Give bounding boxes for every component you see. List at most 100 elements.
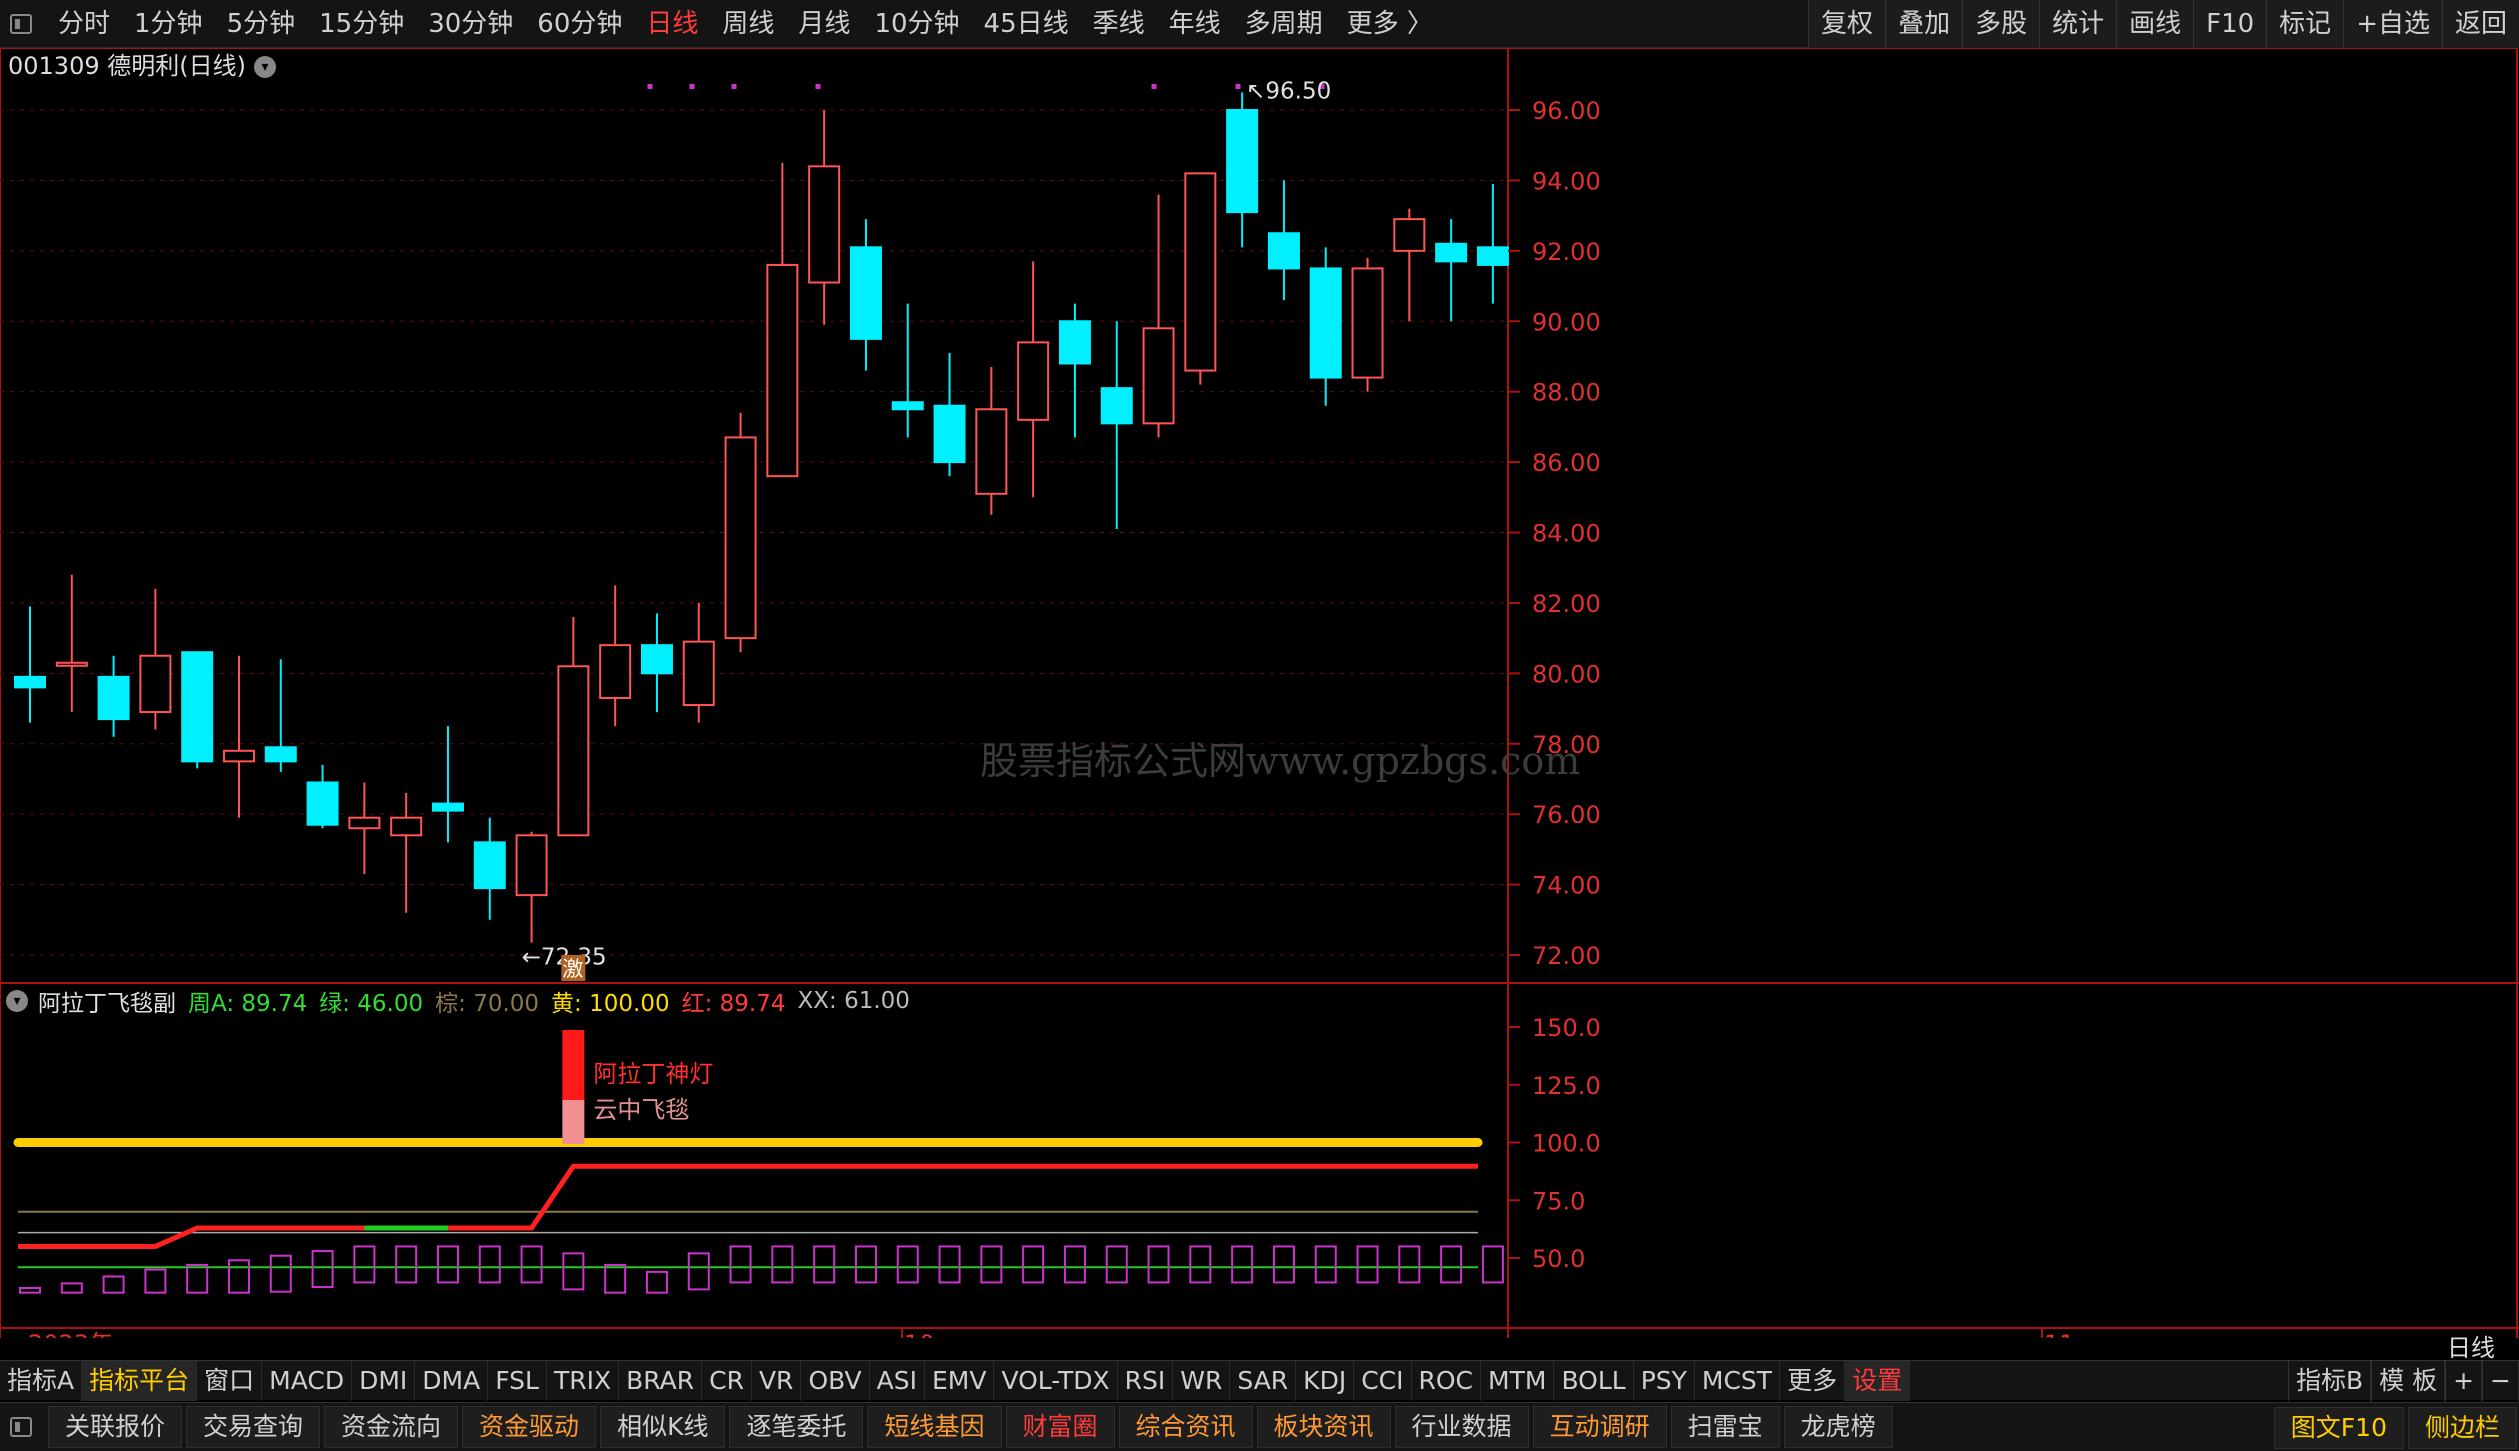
indicator-tab[interactable]: BRAR [619, 1360, 703, 1401]
bottom-tab[interactable]: 交易查询 [186, 1406, 321, 1448]
price-label: 96.00 [1532, 97, 1601, 125]
tool-button[interactable]: 标记 [2266, 0, 2344, 48]
indicator-name[interactable]: 阿拉丁飞毯副 [38, 984, 176, 1018]
chevron-down-icon[interactable]: ▾ [253, 56, 276, 78]
indicator-tab[interactable]: SAR [1230, 1360, 1297, 1401]
bottom-tab[interactable]: 龙虎榜 [1783, 1406, 1893, 1448]
indicator-tab[interactable]: MTM [1481, 1360, 1555, 1401]
timeframe-tab[interactable]: 10分钟 [862, 0, 971, 48]
indicator-tool[interactable]: 模 板 [2371, 1361, 2446, 1401]
tool-button[interactable]: 多股 [1962, 0, 2040, 48]
indicator-tab[interactable]: BOLL [1554, 1360, 1634, 1401]
high-price-label: ↖96.50 [1246, 78, 1331, 104]
timeframe-tab[interactable]: 更多 〉 [1335, 0, 1445, 48]
magenta-box [1481, 1245, 1504, 1284]
signal-column-top [562, 1030, 585, 1102]
tool-button[interactable]: 叠加 [1885, 0, 1963, 48]
timeframe-tab[interactable]: 5分钟 [215, 0, 308, 48]
candle-down [1435, 242, 1468, 263]
bottom-tab[interactable]: 资金驱动 [462, 1406, 597, 1448]
indicator-tab[interactable]: ROC [1412, 1360, 1482, 1401]
magenta-box [1147, 1245, 1170, 1284]
indicator-tab[interactable]: VOL-TDX [994, 1360, 1118, 1401]
magenta-box [938, 1245, 961, 1284]
chevron-down-icon[interactable]: ▾ [6, 990, 28, 1012]
tool-button[interactable]: 统计 [2039, 0, 2117, 48]
indicator-tab[interactable]: OBV [801, 1360, 870, 1401]
indicator-tab[interactable]: MACD [262, 1360, 353, 1401]
indicator-tab[interactable]: PSY [1634, 1360, 1695, 1401]
indicator-tab[interactable]: RSI [1118, 1360, 1174, 1401]
magenta-box [813, 1245, 836, 1284]
magenta-box [144, 1268, 167, 1294]
tool-button[interactable]: 画线 [2116, 0, 2194, 48]
indicator-tab[interactable]: EMV [925, 1360, 995, 1401]
timeframe-tab[interactable]: 周线 [710, 0, 786, 48]
candle-up [975, 408, 1008, 495]
indicator-tool[interactable]: 指标B [2287, 1361, 2372, 1401]
tool-button[interactable]: +自选 [2343, 0, 2442, 48]
indicator-tool[interactable]: − [2482, 1361, 2519, 1401]
timeframe-tab[interactable]: 多周期 [1233, 0, 1335, 48]
bottom-tab[interactable]: 相似K线 [600, 1406, 726, 1448]
magenta-box [896, 1245, 919, 1284]
tool-button[interactable]: F10 [2193, 0, 2267, 48]
timeframe-tab[interactable]: 45日线 [972, 0, 1081, 48]
timeframe-tab[interactable]: 15分钟 [307, 0, 416, 48]
price-label: 84.00 [1532, 520, 1601, 548]
timeframe-tab[interactable]: 1分钟 [122, 0, 215, 48]
bottom-tab[interactable]: 逐笔委托 [729, 1406, 864, 1448]
indicator-tab[interactable]: 更多 [1780, 1360, 1846, 1401]
candle-up [1017, 341, 1050, 421]
indicator-tab[interactable]: 指标平台 [82, 1360, 198, 1401]
indicator-tool[interactable]: + [2445, 1361, 2483, 1401]
indicator-tab[interactable]: 窗口 [197, 1360, 263, 1401]
indicator-tab[interactable]: ASI [870, 1360, 925, 1401]
indicator-tab[interactable]: VR [752, 1360, 802, 1401]
indicator-tab[interactable]: 设置 [1845, 1360, 1911, 1401]
timeframe-tab[interactable]: 月线 [786, 0, 862, 48]
bottom-tab[interactable]: 财富圈 [1005, 1406, 1115, 1448]
indicator-tab[interactable]: FSL [488, 1360, 547, 1401]
indicator-tab[interactable]: CCI [1354, 1360, 1412, 1401]
candle-up [808, 165, 841, 284]
indicator-tab[interactable]: CR [702, 1360, 752, 1401]
bottom-tab[interactable]: 资金流向 [324, 1406, 459, 1448]
indicator-tab[interactable]: KDJ [1296, 1360, 1355, 1401]
indicator-tab[interactable]: WR [1173, 1360, 1231, 1401]
magenta-box [478, 1245, 501, 1284]
bottom-tab[interactable]: 板块资讯 [1256, 1406, 1391, 1448]
bottom-tab[interactable]: 扫雷宝 [1670, 1406, 1780, 1448]
indicator-tab[interactable]: DMA [415, 1360, 489, 1401]
timeframe-tab[interactable]: 30分钟 [416, 0, 525, 48]
magenta-box [1272, 1245, 1295, 1284]
indicator-tab[interactable]: 指标A [0, 1360, 83, 1401]
indicator-tab[interactable]: DMI [352, 1360, 416, 1401]
bottom-tool[interactable]: 图文F10 [2273, 1407, 2404, 1449]
candle-up [599, 644, 632, 699]
timeframe-tab[interactable]: 日线 [634, 0, 710, 48]
bottom-tab[interactable]: 行业数据 [1394, 1406, 1529, 1448]
tool-button[interactable]: 返回 [2441, 0, 2519, 48]
timeframe-tab[interactable]: 季线 [1081, 0, 1157, 48]
indicator-tab[interactable]: MCST [1695, 1360, 1781, 1401]
bottom-tab[interactable]: 互动调研 [1532, 1406, 1667, 1448]
bottom-tool[interactable]: 侧边栏 [2407, 1407, 2517, 1449]
indicator-tab[interactable]: TRIX [547, 1360, 620, 1401]
timeframe-tab[interactable]: 分时 [46, 0, 122, 48]
bottom-tab[interactable]: 短线基因 [867, 1406, 1002, 1448]
legend-value: 黄: 100.00 [551, 991, 670, 1017]
timeframe-tab[interactable]: 60分钟 [525, 0, 634, 48]
window-toggle-icon[interactable] [10, 13, 32, 34]
candle-down [891, 401, 924, 411]
kline-chart[interactable]: 阿拉丁神灯云中飞毯 96.00 94.00 92.00 90.00 88.00 86.00… [0, 48, 2519, 1338]
price-label: 74.00 [1532, 872, 1601, 900]
candle-up [390, 816, 423, 837]
window-toggle-icon[interactable] [10, 1417, 32, 1437]
bottom-tab[interactable]: 关联报价 [48, 1406, 183, 1448]
price-label: 88.00 [1532, 379, 1601, 407]
timeframe-tab[interactable]: 年线 [1157, 0, 1233, 48]
tool-button[interactable]: 复权 [1808, 0, 1886, 48]
bottom-tab[interactable]: 综合资讯 [1118, 1406, 1253, 1448]
stock-title: 001309 德明利(日线) [8, 52, 246, 80]
